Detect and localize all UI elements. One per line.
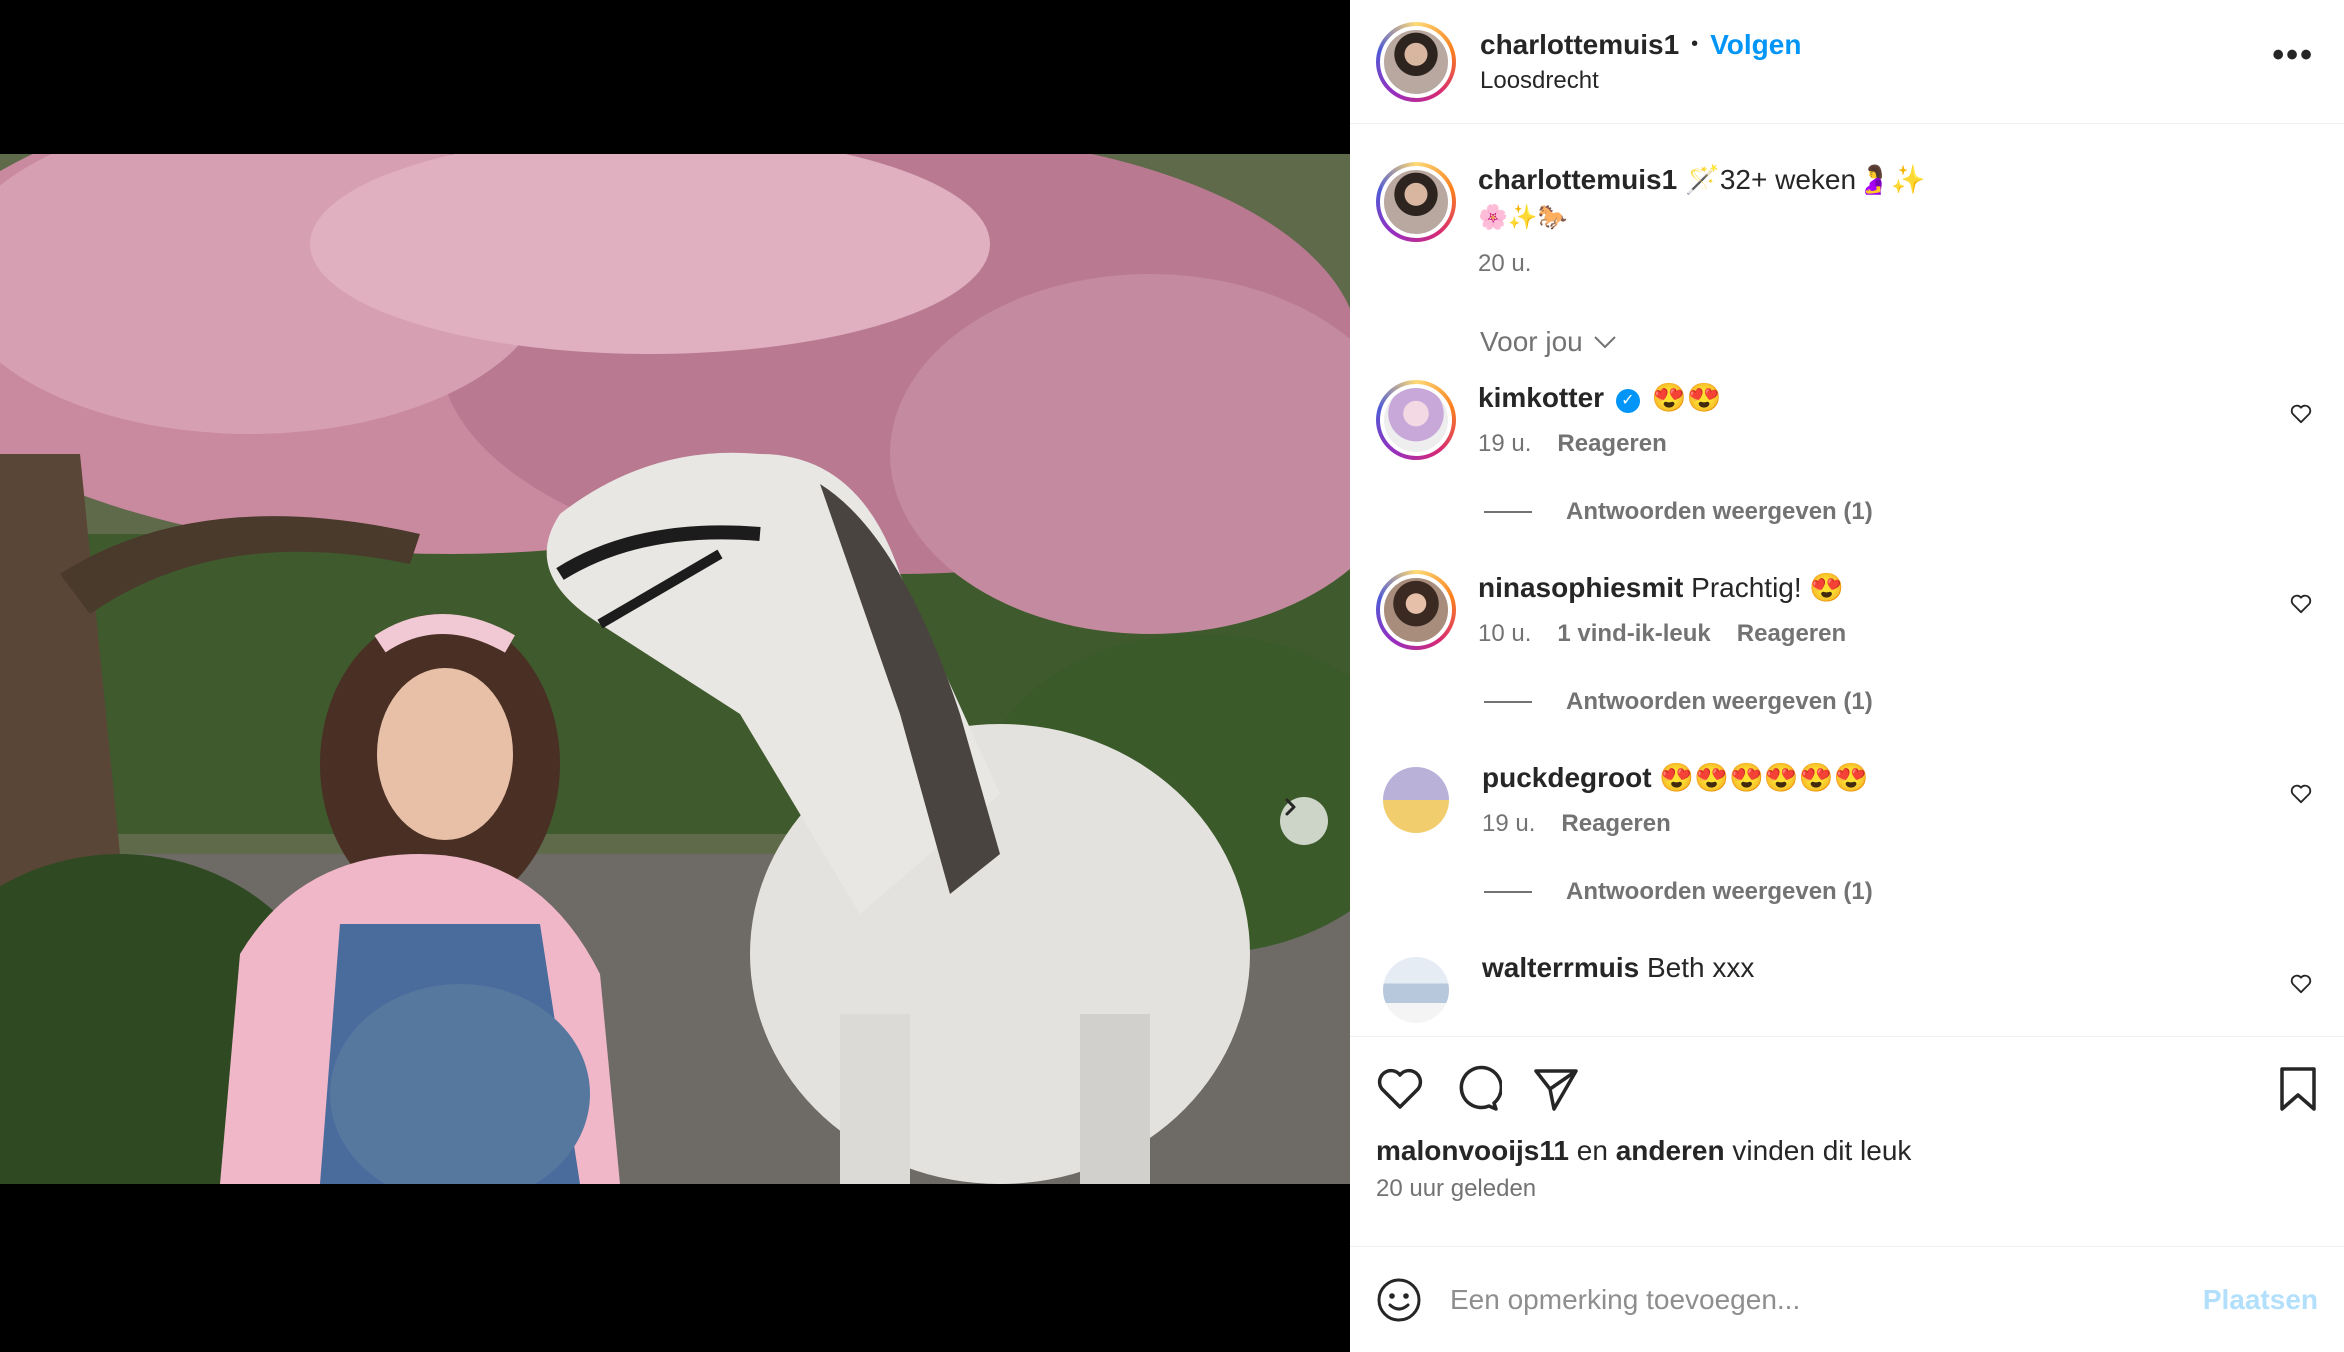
reply-button[interactable]: Reageren — [1561, 810, 1670, 838]
post-caption: charlottemuis1 🪄32+ weken🤰✨ 🌸✨🐎 20 u. — [1376, 162, 2318, 278]
comment-username[interactable]: walterrmuis — [1482, 952, 1639, 983]
comment-time: 10 u. — [1478, 620, 1532, 647]
post-image[interactable] — [0, 154, 1350, 1184]
view-replies-label: Antwoorden weergeven (1) — [1566, 688, 1873, 715]
comment-item: puckdegroot 😍😍😍😍😍😍 19 u. Reageren — [1376, 760, 2318, 840]
comment-item: walterrmuis Beth xxx — [1376, 950, 2318, 1030]
replies-divider — [1484, 511, 1532, 513]
avatar[interactable] — [1376, 162, 1456, 242]
likes-others[interactable]: anderen — [1616, 1135, 1725, 1166]
avatar[interactable] — [1383, 957, 1449, 1023]
view-replies-button[interactable]: Antwoorden weergeven (1) — [1484, 498, 2318, 526]
post-actions: malonvooijs11 en anderen vinden dit leuk… — [1350, 1036, 2344, 1246]
liker-username[interactable]: malonvooijs11 — [1376, 1135, 1569, 1166]
replies-divider — [1484, 701, 1532, 703]
likes-suffix: vinden dit leuk — [1732, 1135, 1912, 1166]
like-comment-heart-icon[interactable] — [2290, 784, 2312, 804]
comment-text: Beth xxx — [1646, 952, 1755, 983]
more-options-icon[interactable]: ••• — [2272, 36, 2314, 75]
comment-item: kimkotter ✓ 😍😍 19 u. Reageren — [1376, 380, 2318, 460]
verified-badge-icon: ✓ — [1615, 389, 1640, 413]
post-details-panel: charlottemuis1 • Volgen Loosdrecht ••• c… — [1350, 0, 2344, 1352]
comment-time: 19 u. — [1478, 430, 1532, 457]
photo-illustration — [0, 154, 1350, 1184]
post-media — [0, 0, 1350, 1352]
reply-button[interactable]: Reageren — [1557, 430, 1666, 458]
view-replies-button[interactable]: Antwoorden weergeven (1) — [1484, 688, 2318, 716]
like-comment-heart-icon[interactable] — [2290, 974, 2312, 994]
like-comment-heart-icon[interactable] — [2290, 594, 2312, 614]
add-comment-bar: Plaatsen — [1350, 1246, 2344, 1352]
follow-button[interactable]: Volgen — [1710, 29, 1801, 61]
caption-text: 🪄32+ weken🤰✨ — [1684, 164, 1926, 195]
post-date[interactable]: 20 uur geleden — [1376, 1175, 2318, 1203]
view-replies-label: Antwoorden weergeven (1) — [1566, 878, 1873, 905]
chevron-right-icon — [1285, 798, 1296, 816]
instagram-post-modal: charlottemuis1 • Volgen Loosdrecht ••• c… — [0, 0, 2344, 1352]
comment-icon[interactable] — [1454, 1065, 1502, 1113]
caption-emoji-line: 🌸✨🐎 — [1478, 204, 1568, 231]
post-location[interactable]: Loosdrecht — [1480, 67, 1801, 95]
likes-and: en — [1576, 1135, 1608, 1166]
avatar[interactable] — [1376, 21, 1456, 102]
comment-time: 19 u. — [1482, 810, 1536, 837]
emoji-icon[interactable] — [1376, 1277, 1422, 1323]
like-heart-icon[interactable] — [1376, 1067, 1424, 1111]
separator: • — [1691, 33, 1699, 55]
avatar[interactable] — [1383, 767, 1449, 833]
comment-username[interactable]: puckdegroot — [1482, 762, 1652, 793]
avatar[interactable] — [1376, 380, 1456, 460]
view-replies-label: Antwoorden weergeven (1) — [1566, 498, 1873, 525]
caption-time: 20 u. — [1478, 250, 1532, 277]
comments-list[interactable]: charlottemuis1 🪄32+ weken🤰✨ 🌸✨🐎 20 u. Vo… — [1350, 124, 2344, 1036]
replies-divider — [1484, 891, 1532, 893]
chevron-down-icon — [1594, 336, 1616, 349]
avatar[interactable] — [1376, 570, 1456, 650]
comment-username[interactable]: kimkotter — [1478, 382, 1604, 413]
comment-text: 😍😍😍😍😍😍 — [1659, 762, 1869, 793]
likes-summary: malonvooijs11 en anderen vinden dit leuk — [1376, 1135, 2318, 1167]
comment-text: 😍😍 — [1651, 382, 1722, 413]
sort-dropdown[interactable]: Voor jou — [1480, 326, 2318, 358]
author-username[interactable]: charlottemuis1 — [1480, 29, 1679, 61]
comment-text: Prachtig! 😍 — [1691, 572, 1845, 603]
next-image-button[interactable] — [1280, 797, 1328, 845]
view-replies-button[interactable]: Antwoorden weergeven (1) — [1484, 878, 2318, 906]
comment-input[interactable] — [1450, 1283, 2203, 1316]
save-bookmark-icon[interactable] — [2278, 1067, 2318, 1111]
comment-item: ninasophiesmit Prachtig! 😍 10 u. 1 vind-… — [1376, 570, 2318, 650]
post-header: charlottemuis1 • Volgen Loosdrecht ••• — [1350, 0, 2344, 124]
comment-username[interactable]: ninasophiesmit — [1478, 572, 1683, 603]
comment-likes[interactable]: 1 vind-ik-leuk — [1557, 620, 1710, 648]
reply-button[interactable]: Reageren — [1737, 620, 1846, 648]
share-icon[interactable] — [1532, 1065, 1580, 1113]
post-comment-button[interactable]: Plaatsen — [2203, 1284, 2318, 1316]
like-comment-heart-icon[interactable] — [2290, 404, 2312, 424]
caption-username[interactable]: charlottemuis1 — [1478, 164, 1677, 195]
sort-label: Voor jou — [1480, 326, 1583, 357]
